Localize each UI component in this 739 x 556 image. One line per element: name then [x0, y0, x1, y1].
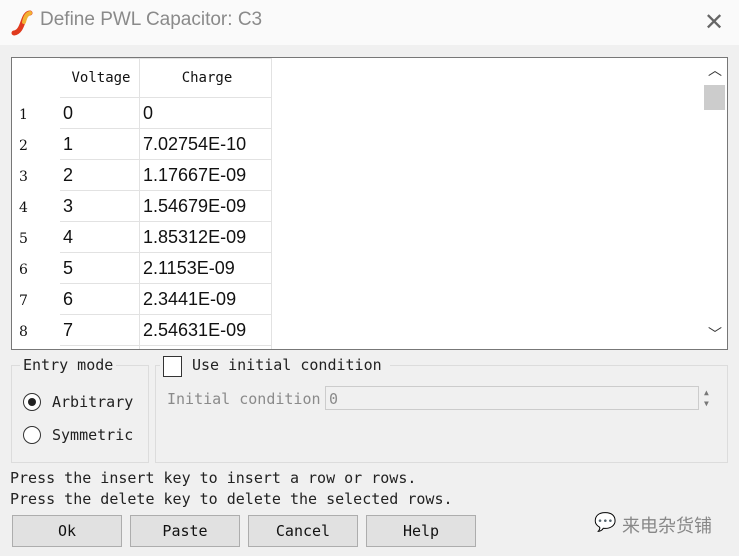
- row-number: 2: [12, 128, 60, 160]
- charge-cell[interactable]: 1.17667E-09: [139, 159, 272, 191]
- charge-cell[interactable]: 1.54679E-09: [139, 190, 272, 222]
- watermark: 来电杂货铺: [622, 516, 712, 537]
- voltage-cell[interactable]: 7: [59, 314, 140, 346]
- charge-cell[interactable]: 7.02754E-10: [139, 128, 272, 160]
- ok-button[interactable]: Ok: [12, 515, 122, 547]
- initial-condition-group: [155, 365, 728, 463]
- spin-down-icon[interactable]: ▼: [704, 398, 709, 409]
- table-row[interactable]: 100: [12, 97, 272, 129]
- voltage-header: Voltage: [59, 58, 140, 98]
- table-row[interactable]: 3 2 1.17667E-09: [12, 159, 272, 191]
- table-row[interactable]: 6 5 2.1153E-09: [12, 252, 272, 284]
- row-number: 3: [12, 159, 60, 191]
- voltage-cell[interactable]: 0: [59, 97, 140, 129]
- arbitrary-radio[interactable]: [23, 393, 41, 411]
- voltage-cell[interactable]: 1: [59, 128, 140, 160]
- charge-cell[interactable]: 0: [139, 97, 272, 129]
- charge-cell[interactable]: 2.3441E-09: [139, 283, 272, 315]
- charge-cell[interactable]: 2.54631E-09: [139, 314, 272, 346]
- close-icon[interactable]: ✕: [704, 8, 724, 36]
- cancel-button[interactable]: Cancel: [248, 515, 358, 547]
- use-initial-condition-label[interactable]: Use initial condition: [192, 356, 382, 374]
- entry-mode-group: [11, 365, 149, 463]
- voltage-cell[interactable]: 2: [59, 159, 140, 191]
- initial-condition-input[interactable]: 0: [325, 386, 699, 410]
- voltage-cell[interactable]: 5: [59, 252, 140, 284]
- row-number: 9: [12, 345, 60, 349]
- row-number: 7: [12, 283, 60, 315]
- row-number: 4: [12, 190, 60, 222]
- table-row[interactable]: 7 6 2.3441E-09: [12, 283, 272, 315]
- table-row[interactable]: 982.72689E-09: [12, 345, 272, 349]
- arbitrary-label[interactable]: Arbitrary: [52, 393, 133, 411]
- voltage-cell[interactable]: 3: [59, 190, 140, 222]
- scroll-down-icon[interactable]: ﹀: [708, 324, 722, 344]
- paste-button[interactable]: Paste: [130, 515, 240, 547]
- voltage-cell[interactable]: 8: [59, 345, 140, 349]
- initial-condition-label: Initial condition: [167, 390, 321, 408]
- wechat-icon: 💬: [594, 512, 617, 533]
- charge-cell[interactable]: 1.85312E-09: [139, 221, 272, 253]
- table-row[interactable]: 5 4 1.85312E-09: [12, 221, 272, 253]
- table-header: Voltage Charge: [12, 58, 272, 98]
- vertical-scrollbar[interactable]: ︿ ﹀: [702, 58, 727, 349]
- window-title: Define PWL Capacitor: C3: [40, 9, 263, 30]
- row-number: 8: [12, 314, 60, 346]
- symmetric-radio[interactable]: [23, 426, 41, 444]
- use-initial-condition-checkbox[interactable]: [163, 356, 182, 377]
- table-row[interactable]: 2 1 7.02754E-10: [12, 128, 272, 160]
- scroll-thumb[interactable]: [704, 85, 725, 110]
- row-number: 5: [12, 221, 60, 253]
- row-number: 1: [12, 97, 60, 129]
- table-row[interactable]: 4 3 1.54679E-09: [12, 190, 272, 222]
- voltage-cell[interactable]: 4: [59, 221, 140, 253]
- charge-cell[interactable]: 2.72689E-09: [139, 345, 272, 349]
- spin-up-icon[interactable]: ▲: [704, 387, 709, 398]
- table-row[interactable]: 8 7 2.54631E-09: [12, 314, 272, 346]
- row-number: 6: [12, 252, 60, 284]
- charge-cell[interactable]: 2.1153E-09: [139, 252, 272, 284]
- help-text-delete: Press the delete key to delete the selec…: [10, 490, 453, 508]
- help-text-insert: Press the insert key to insert a row or …: [10, 469, 417, 487]
- charge-header: Charge: [139, 58, 272, 98]
- help-button[interactable]: Help: [366, 515, 476, 547]
- entry-mode-label: Entry mode: [20, 356, 117, 374]
- scroll-up-icon[interactable]: ︿: [708, 60, 722, 80]
- spinner[interactable]: ▲ ▼: [704, 387, 709, 409]
- ltspice-logo-icon: [11, 10, 33, 36]
- row-number-header: [12, 58, 60, 98]
- pwl-table[interactable]: Voltage Charge 1 0 0 2 1 7.02754E-10 3 2 1.17667…: [11, 57, 728, 350]
- voltage-cell[interactable]: 6: [59, 283, 140, 315]
- symmetric-label[interactable]: Symmetric: [52, 426, 133, 444]
